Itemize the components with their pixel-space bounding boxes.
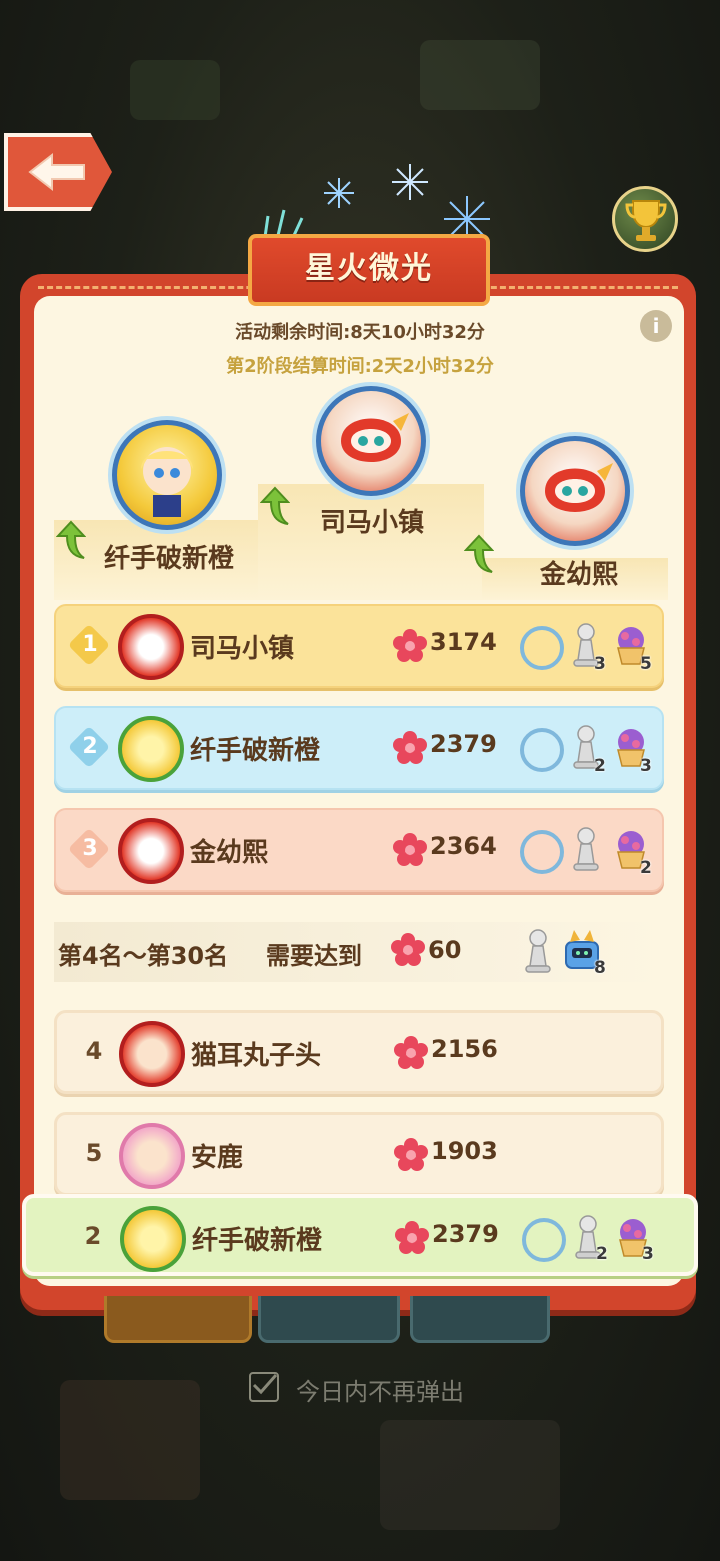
rank-number: 2 xyxy=(84,1222,102,1250)
required-label: 需要达到 xyxy=(266,942,362,970)
trophy-button[interactable] xyxy=(612,186,678,252)
pawn-icon xyxy=(525,929,551,973)
player-name: 纤手破新橙 xyxy=(190,736,321,766)
trophy-icon xyxy=(625,200,667,241)
rank-row-3[interactable]: 3 金幼熙 2364 2 xyxy=(54,808,664,892)
flower-icon xyxy=(394,1036,428,1069)
player-name: 司马小镇 xyxy=(190,634,295,664)
left-arrow-icon xyxy=(28,152,85,192)
player-name: 金幼熙 xyxy=(190,838,269,868)
time-remaining: 活动剩余时间:8天10小时32分 xyxy=(235,322,485,343)
podium-avatar-second[interactable] xyxy=(112,420,222,530)
score: 2156 xyxy=(431,1035,498,1063)
podium-avatar-first[interactable] xyxy=(316,386,426,496)
pawn-count: 2 xyxy=(596,1244,608,1264)
self-rank-row[interactable]: 2 纤手破新橙 2379 2 3 xyxy=(22,1194,698,1276)
ring-frame-icon xyxy=(520,626,564,670)
back-button[interactable] xyxy=(4,133,112,211)
score: 2379 xyxy=(430,730,497,758)
podium-name-third: 金幼熙 xyxy=(540,560,619,590)
rank-number: 1 xyxy=(82,632,98,657)
bottom-tab-button[interactable] xyxy=(410,1296,550,1343)
rank-number: 4 xyxy=(85,1037,103,1065)
avatar xyxy=(118,614,184,680)
rank-row-5[interactable]: 5 安鹿 1903 xyxy=(54,1112,664,1196)
ring-frame-icon xyxy=(520,830,564,874)
flower-icon xyxy=(393,629,427,662)
score: 3174 xyxy=(430,628,497,656)
character-lion-icon xyxy=(341,413,409,462)
firework-decoration xyxy=(324,178,354,208)
event-title-banner: 星火微光 xyxy=(248,234,490,306)
stage-settlement-time: 第2阶段结算时间:2天2小时32分 xyxy=(226,356,494,377)
rank-range-label: 第4名～第30名 xyxy=(58,942,229,970)
ring-frame-icon xyxy=(520,728,564,772)
character-lion-icon xyxy=(545,463,613,512)
podium-avatar-third[interactable] xyxy=(520,436,630,546)
rank-number: 3 xyxy=(82,836,98,861)
pawn-count: 2 xyxy=(594,756,606,776)
basket-count: 3 xyxy=(642,1244,654,1264)
score: 1903 xyxy=(431,1137,498,1165)
background-tile xyxy=(420,40,540,110)
basket-count: 5 xyxy=(640,654,652,674)
avatar xyxy=(119,1021,185,1087)
pawn-icon xyxy=(573,827,599,871)
rank-up-arrow-icon xyxy=(260,486,290,525)
flower-icon xyxy=(393,833,427,866)
player-name: 猫耳丸子头 xyxy=(191,1041,322,1071)
flower-icon xyxy=(391,933,425,966)
rank-row-2[interactable]: 2 纤手破新橙 2379 2 3 xyxy=(54,706,664,790)
score: 2364 xyxy=(430,832,497,860)
ring-frame-icon xyxy=(522,1218,566,1262)
background-tile xyxy=(380,1420,560,1530)
dont-show-label[interactable]: 今日内不再弹出 xyxy=(296,1372,464,1407)
rank-up-arrow-icon xyxy=(56,520,86,559)
rank-number: 5 xyxy=(85,1139,103,1167)
background-tile xyxy=(130,60,220,120)
firework-decoration xyxy=(392,164,428,200)
event-title: 星火微光 xyxy=(305,251,433,286)
player-name: 纤手破新橙 xyxy=(192,1226,323,1256)
avatar xyxy=(119,1123,185,1189)
bottom-tab-button[interactable] xyxy=(104,1296,252,1343)
reward-count: 8 xyxy=(594,958,606,978)
flower-icon xyxy=(395,1221,429,1254)
required-score: 60 xyxy=(428,936,462,964)
basket-count: 3 xyxy=(640,756,652,776)
podium-name-second: 纤手破新橙 xyxy=(104,544,235,574)
background-tile xyxy=(60,1380,200,1500)
bottom-tab-button[interactable] xyxy=(258,1296,400,1343)
rank-number: 2 xyxy=(82,734,98,759)
player-name: 安鹿 xyxy=(191,1143,244,1173)
check-icon xyxy=(252,1374,278,1395)
avatar xyxy=(118,818,184,884)
dont-show-checkbox[interactable] xyxy=(249,1372,279,1402)
rank-row-1[interactable]: 1 司马小镇 3174 3 5 xyxy=(54,604,664,688)
podium-name-first: 司马小镇 xyxy=(320,508,425,538)
avatar xyxy=(120,1206,186,1272)
rank-threshold-row: 第4名～第30名 需要达到 60 8 xyxy=(54,922,664,982)
rank-row-4[interactable]: 4 猫耳丸子头 2156 xyxy=(54,1010,664,1094)
character-blonde-icon xyxy=(141,447,193,517)
score: 2379 xyxy=(432,1220,499,1248)
flower-icon xyxy=(394,1138,428,1171)
flower-icon xyxy=(393,731,427,764)
pawn-count: 3 xyxy=(594,654,606,674)
rank-up-arrow-icon xyxy=(464,534,494,573)
avatar xyxy=(118,716,184,782)
basket-count: 2 xyxy=(640,858,652,878)
